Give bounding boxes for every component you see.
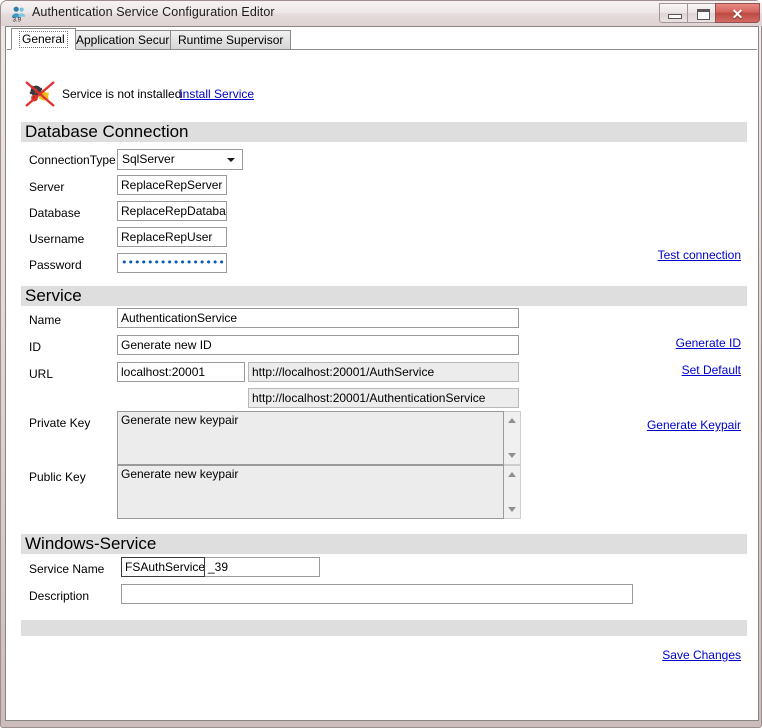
connection-type-select[interactable]: SqlServer — [117, 149, 243, 170]
install-service-link[interactable]: install Service — [180, 87, 254, 101]
maximize-icon — [697, 9, 710, 20]
tab-application-security-label: Application Security — [76, 33, 182, 47]
windows-service-name-suffix-input[interactable]: _39 — [205, 557, 320, 577]
label-service-url: URL — [29, 367, 54, 381]
service-url-host-input[interactable]: localhost:20001 — [117, 362, 245, 382]
close-icon: ✕ — [731, 6, 744, 22]
windows-service-name-input[interactable]: FSAuthService — [121, 557, 205, 577]
tab-strip: General Application Security Runtime Sup… — [7, 28, 757, 50]
gears-disabled-icon — [24, 80, 58, 110]
label-private-key: Private Key — [29, 416, 91, 430]
application-window: 3.9 Authentication Service Configuration… — [0, 0, 762, 728]
service-url-preview-2: http://localhost:20001/AuthenticationSer… — [248, 388, 519, 408]
chevron-down-icon — [227, 158, 235, 162]
generate-keypair-link[interactable]: Generate Keypair — [647, 418, 741, 432]
connection-type-value: SqlServer — [122, 152, 175, 166]
label-database: Database — [29, 206, 81, 220]
minimize-button[interactable] — [659, 3, 688, 23]
app-icon: 3.9 — [10, 5, 27, 24]
label-service-name: Name — [29, 313, 62, 327]
section-header-database: Database Connection — [21, 122, 747, 142]
svg-text:3.9: 3.9 — [13, 17, 22, 23]
private-key-scrollbar[interactable] — [504, 411, 521, 465]
scroll-down-icon — [508, 507, 516, 512]
title-bar: 3.9 Authentication Service Configuration… — [1, 1, 762, 26]
section-header-service: Service — [21, 286, 747, 306]
service-url-preview-1: http://localhost:20001/AuthService — [248, 362, 519, 382]
test-connection-link[interactable]: Test connection — [658, 248, 741, 262]
public-key-textarea[interactable]: Generate new keypair — [117, 465, 504, 519]
windows-service-description-input[interactable] — [121, 584, 633, 604]
tab-general-label: General — [19, 31, 68, 48]
label-windows-service-description: Description — [29, 589, 90, 603]
label-windows-service-name: Service Name — [29, 562, 105, 576]
general-tab-panel: Service is not installed install Service… — [7, 50, 757, 720]
tab-runtime-supervisor[interactable]: Runtime Supervisor — [170, 30, 292, 50]
database-input[interactable]: ReplaceRepDataba — [117, 201, 227, 221]
section-header-windows-service: Windows-Service — [21, 534, 747, 554]
label-connection-type: ConnectionType — [29, 153, 116, 167]
client-area: General Application Security Runtime Sup… — [5, 26, 759, 721]
label-public-key: Public Key — [29, 470, 86, 484]
footer-separator — [21, 620, 747, 636]
scroll-up-icon — [508, 472, 516, 477]
set-default-link[interactable]: Set Default — [682, 363, 741, 377]
maximize-button[interactable] — [687, 3, 716, 23]
tab-general[interactable]: General — [11, 28, 76, 50]
window-controls: ✕ — [659, 3, 760, 24]
username-input[interactable]: ReplaceRepUser — [117, 227, 227, 247]
service-status-row: Service is not installed install Service — [7, 80, 757, 110]
service-name-input[interactable]: AuthenticationService — [117, 308, 519, 328]
generate-id-link[interactable]: Generate ID — [676, 336, 741, 350]
label-username: Username — [29, 232, 85, 246]
service-id-input[interactable]: Generate new ID — [117, 335, 519, 355]
password-input[interactable]: •••••••••••••••••• — [117, 253, 227, 273]
scroll-down-icon — [508, 453, 516, 458]
label-server: Server — [29, 180, 65, 194]
label-service-id: ID — [29, 340, 41, 354]
tab-runtime-supervisor-label: Runtime Supervisor — [178, 33, 284, 47]
minimize-icon — [668, 14, 682, 19]
scroll-up-icon — [508, 418, 516, 423]
save-changes-link[interactable]: Save Changes — [662, 648, 741, 662]
server-input[interactable]: ReplaceRepServer — [117, 175, 227, 195]
private-key-textarea[interactable]: Generate new keypair — [117, 411, 504, 465]
public-key-scrollbar[interactable] — [504, 465, 521, 519]
service-status-text: Service is not installed — [62, 87, 182, 101]
close-button[interactable]: ✕ — [715, 3, 760, 23]
label-password: Password — [29, 258, 82, 272]
window-title: Authentication Service Configuration Edi… — [32, 5, 275, 19]
